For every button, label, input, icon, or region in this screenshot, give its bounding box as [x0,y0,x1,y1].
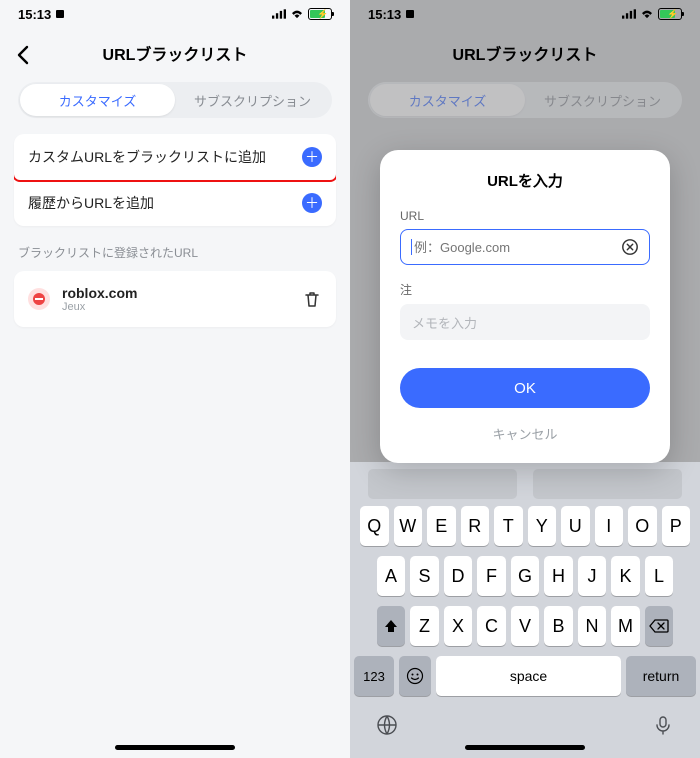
globe-icon[interactable] [376,714,398,736]
wifi-icon [640,9,654,19]
url-input-modal: URLを入力 URL 注 メモを入力 OK キャンセル [380,150,670,463]
trash-icon [302,289,322,309]
key-y[interactable]: Y [528,506,557,546]
status-bar: 15:13 ⚡ [350,0,700,28]
url-field[interactable] [400,229,650,265]
modal-title: URLを入力 [400,170,650,191]
cancel-button[interactable]: キャンセル [400,418,650,449]
key-n[interactable]: N [578,606,607,646]
content-list: カスタムURLをブラックリストに追加 ＋ 履歴からURLを追加 ＋ ブラックリス… [14,134,336,327]
row-add-from-history[interactable]: 履歴からURLを追加 ＋ [14,180,336,226]
row-add-custom-url[interactable]: カスタムURLをブラックリストに追加 ＋ [14,134,336,180]
key-w[interactable]: W [394,506,423,546]
numbers-key[interactable]: 123 [354,656,394,696]
backspace-icon [649,619,669,633]
key-e[interactable]: E [427,506,456,546]
key-b[interactable]: B [544,606,573,646]
key-c[interactable]: C [477,606,506,646]
key-g[interactable]: G [511,556,540,596]
row-label: カスタムURLをブラックリストに追加 [28,147,302,167]
key-d[interactable]: D [444,556,473,596]
item-subtitle: Jeux [62,301,302,313]
key-t[interactable]: T [494,506,523,546]
battery-icon: ⚡ [308,8,332,20]
url-label: URL [400,209,650,223]
plus-icon: ＋ [302,193,322,213]
prediction-bar [350,462,700,506]
location-icon [55,9,65,19]
delete-button[interactable] [302,289,322,309]
prediction-slot[interactable] [533,469,682,499]
item-name: roblox.com [62,285,302,301]
space-key[interactable]: space [436,656,621,696]
battery-icon: ⚡ [658,8,682,20]
key-a[interactable]: A [377,556,406,596]
key-r[interactable]: R [461,506,490,546]
page-title: URLブラックリスト [103,41,248,65]
location-icon [405,9,415,19]
note-field[interactable]: メモを入力 [400,304,650,340]
backspace-key[interactable] [645,606,674,646]
status-time: 15:13 [18,7,51,22]
plus-icon: ＋ [302,147,322,167]
blacklist-item: roblox.com Jeux [14,271,336,327]
key-p[interactable]: P [662,506,691,546]
section-label: ブラックリストに登録されたURL [18,244,332,261]
return-key[interactable]: return [626,656,696,696]
key-h[interactable]: H [544,556,573,596]
block-icon [28,288,50,310]
home-indicator[interactable] [465,745,585,750]
tab-subscription[interactable]: サブスクリプション [175,84,330,116]
key-m[interactable]: M [611,606,640,646]
shift-key[interactable] [377,606,406,646]
emoji-icon [406,667,424,685]
url-input[interactable] [414,240,621,255]
key-j[interactable]: J [578,556,607,596]
key-u[interactable]: U [561,506,590,546]
key-x[interactable]: X [444,606,473,646]
mic-icon[interactable] [652,714,674,736]
ios-keyboard: QWERTYUIOP ASDFGHJKL ZXCVBNM 123 space r… [350,462,700,758]
screenshot-left: 15:13 ⚡ URLブラックリスト カスタマイズ サブスクリプション [0,0,350,758]
signal-icon [622,9,636,19]
key-l[interactable]: L [645,556,674,596]
note-label: 注 [400,281,650,298]
key-v[interactable]: V [511,606,540,646]
wifi-icon [290,9,304,19]
key-q[interactable]: Q [360,506,389,546]
status-bar: 15:13 ⚡ [0,0,350,28]
emoji-key[interactable] [399,656,431,696]
key-s[interactable]: S [410,556,439,596]
signal-icon [272,9,286,19]
segmented-tabs: カスタマイズ サブスクリプション [18,82,332,118]
note-placeholder: メモを入力 [412,313,477,332]
screenshot-right: 15:13 ⚡ URLブラックリスト カスタマイズ サブスクリプション URLを… [350,0,700,758]
key-z[interactable]: Z [410,606,439,646]
chevron-left-icon [16,45,30,65]
key-f[interactable]: F [477,556,506,596]
prediction-slot[interactable] [368,469,517,499]
page-header: URLブラックリスト [0,28,350,78]
back-button[interactable] [8,40,38,70]
home-indicator[interactable] [115,745,235,750]
key-o[interactable]: O [628,506,657,546]
row-label: 履歴からURLを追加 [28,193,302,213]
shift-icon [383,618,399,634]
ok-button[interactable]: OK [400,368,650,408]
status-time: 15:13 [368,7,401,22]
key-k[interactable]: K [611,556,640,596]
clear-icon[interactable] [621,238,639,256]
key-i[interactable]: I [595,506,624,546]
tab-custom[interactable]: カスタマイズ [20,84,175,116]
